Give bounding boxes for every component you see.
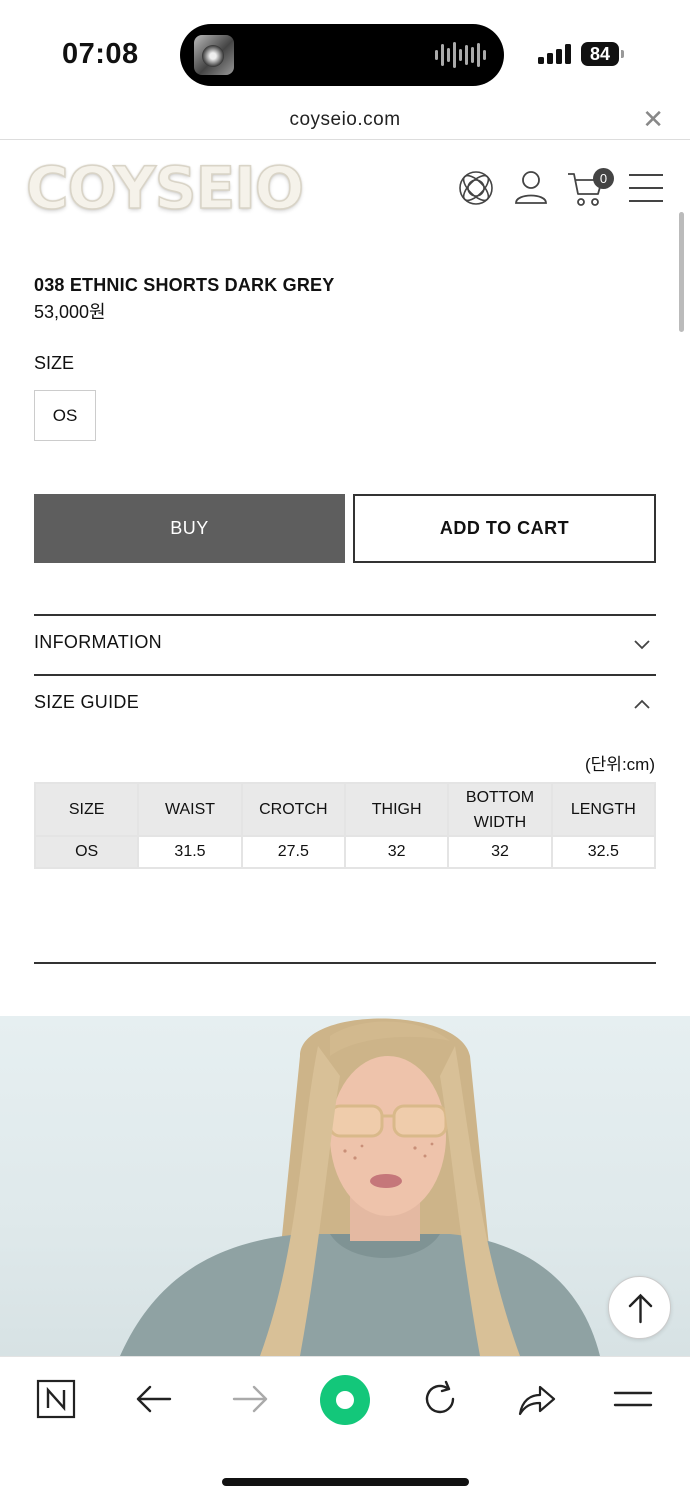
user-icon[interactable] bbox=[514, 169, 548, 207]
size-option-os[interactable]: OS bbox=[34, 390, 96, 441]
table-cell: OS bbox=[33, 835, 140, 869]
model-illustration bbox=[120, 1018, 600, 1356]
scroll-top-button[interactable] bbox=[608, 1276, 671, 1339]
menu-icon[interactable] bbox=[628, 172, 664, 204]
back-icon[interactable] bbox=[134, 1379, 174, 1419]
divider bbox=[34, 962, 656, 964]
close-icon[interactable]: ✕ bbox=[642, 106, 664, 132]
product-price: 53,000원 bbox=[34, 302, 106, 322]
table-header-cell: SIZE bbox=[33, 782, 140, 837]
table-row: OS 31.5 27.5 32 32 32.5 bbox=[33, 835, 657, 869]
battery-icon: 84 bbox=[581, 42, 624, 66]
signal-icon bbox=[538, 44, 571, 64]
green-dot-icon[interactable] bbox=[318, 1373, 372, 1427]
status-bar: 07:08 84 bbox=[0, 0, 690, 100]
size-label: SIZE bbox=[34, 353, 75, 373]
menu-icon[interactable] bbox=[612, 1379, 654, 1419]
table-cell: 32 bbox=[447, 835, 553, 869]
arrow-up-icon bbox=[628, 1293, 653, 1324]
home-indicator[interactable] bbox=[222, 1478, 469, 1486]
product-title: 038 ETHNIC SHORTS DARK GREY bbox=[34, 275, 335, 295]
product-photo bbox=[0, 1016, 690, 1356]
table-header-cell: WAIST bbox=[137, 782, 243, 837]
site-logo[interactable]: COYSEIO bbox=[25, 153, 305, 223]
url-bar[interactable]: coyseio.com ✕ bbox=[0, 100, 690, 140]
page-scrollbar[interactable] bbox=[679, 212, 684, 332]
globe-icon[interactable] bbox=[456, 168, 496, 208]
status-time: 07:08 bbox=[62, 38, 139, 70]
table-cell: 32 bbox=[343, 835, 450, 869]
url-text[interactable]: coyseio.com bbox=[0, 109, 690, 131]
table-cell: 27.5 bbox=[240, 835, 346, 869]
table-header-cell: LENGTH bbox=[550, 782, 657, 837]
naver-icon[interactable] bbox=[36, 1379, 76, 1419]
table-cell: 32.5 bbox=[550, 835, 657, 869]
size-guide-table: SIZE WAIST CROTCH THIGH BOTTOM WIDTH LEN… bbox=[33, 782, 657, 869]
accordion-size-guide[interactable]: SIZE GUIDE bbox=[34, 676, 656, 734]
buy-button[interactable]: BUY bbox=[34, 494, 345, 563]
cart-count-badge: 0 bbox=[593, 168, 614, 189]
reload-icon[interactable] bbox=[420, 1379, 460, 1419]
share-icon[interactable] bbox=[516, 1379, 558, 1419]
accordion-size-guide-label: SIZE GUIDE bbox=[34, 692, 140, 712]
forward-icon[interactable] bbox=[230, 1379, 270, 1419]
chevron-down-icon[interactable] bbox=[632, 634, 652, 654]
dynamic-island[interactable] bbox=[180, 24, 504, 86]
chevron-up-icon[interactable] bbox=[632, 694, 652, 714]
accordion-information-label: INFORMATION bbox=[34, 632, 162, 652]
add-to-cart-button[interactable]: ADD TO CART bbox=[353, 494, 656, 563]
table-cell: 31.5 bbox=[137, 835, 243, 869]
table-header-cell: CROTCH bbox=[240, 782, 346, 837]
size-guide-unit: (단위:cm) bbox=[585, 755, 655, 774]
table-header-row: SIZE WAIST CROTCH THIGH BOTTOM WIDTH LEN… bbox=[33, 782, 657, 837]
table-header-cell: THIGH bbox=[343, 782, 450, 837]
now-playing-thumbnail bbox=[194, 35, 234, 75]
table-header-cell: BOTTOM WIDTH bbox=[447, 782, 553, 837]
audio-wave-icon bbox=[435, 42, 486, 68]
accordion-information[interactable]: INFORMATION bbox=[34, 616, 656, 674]
